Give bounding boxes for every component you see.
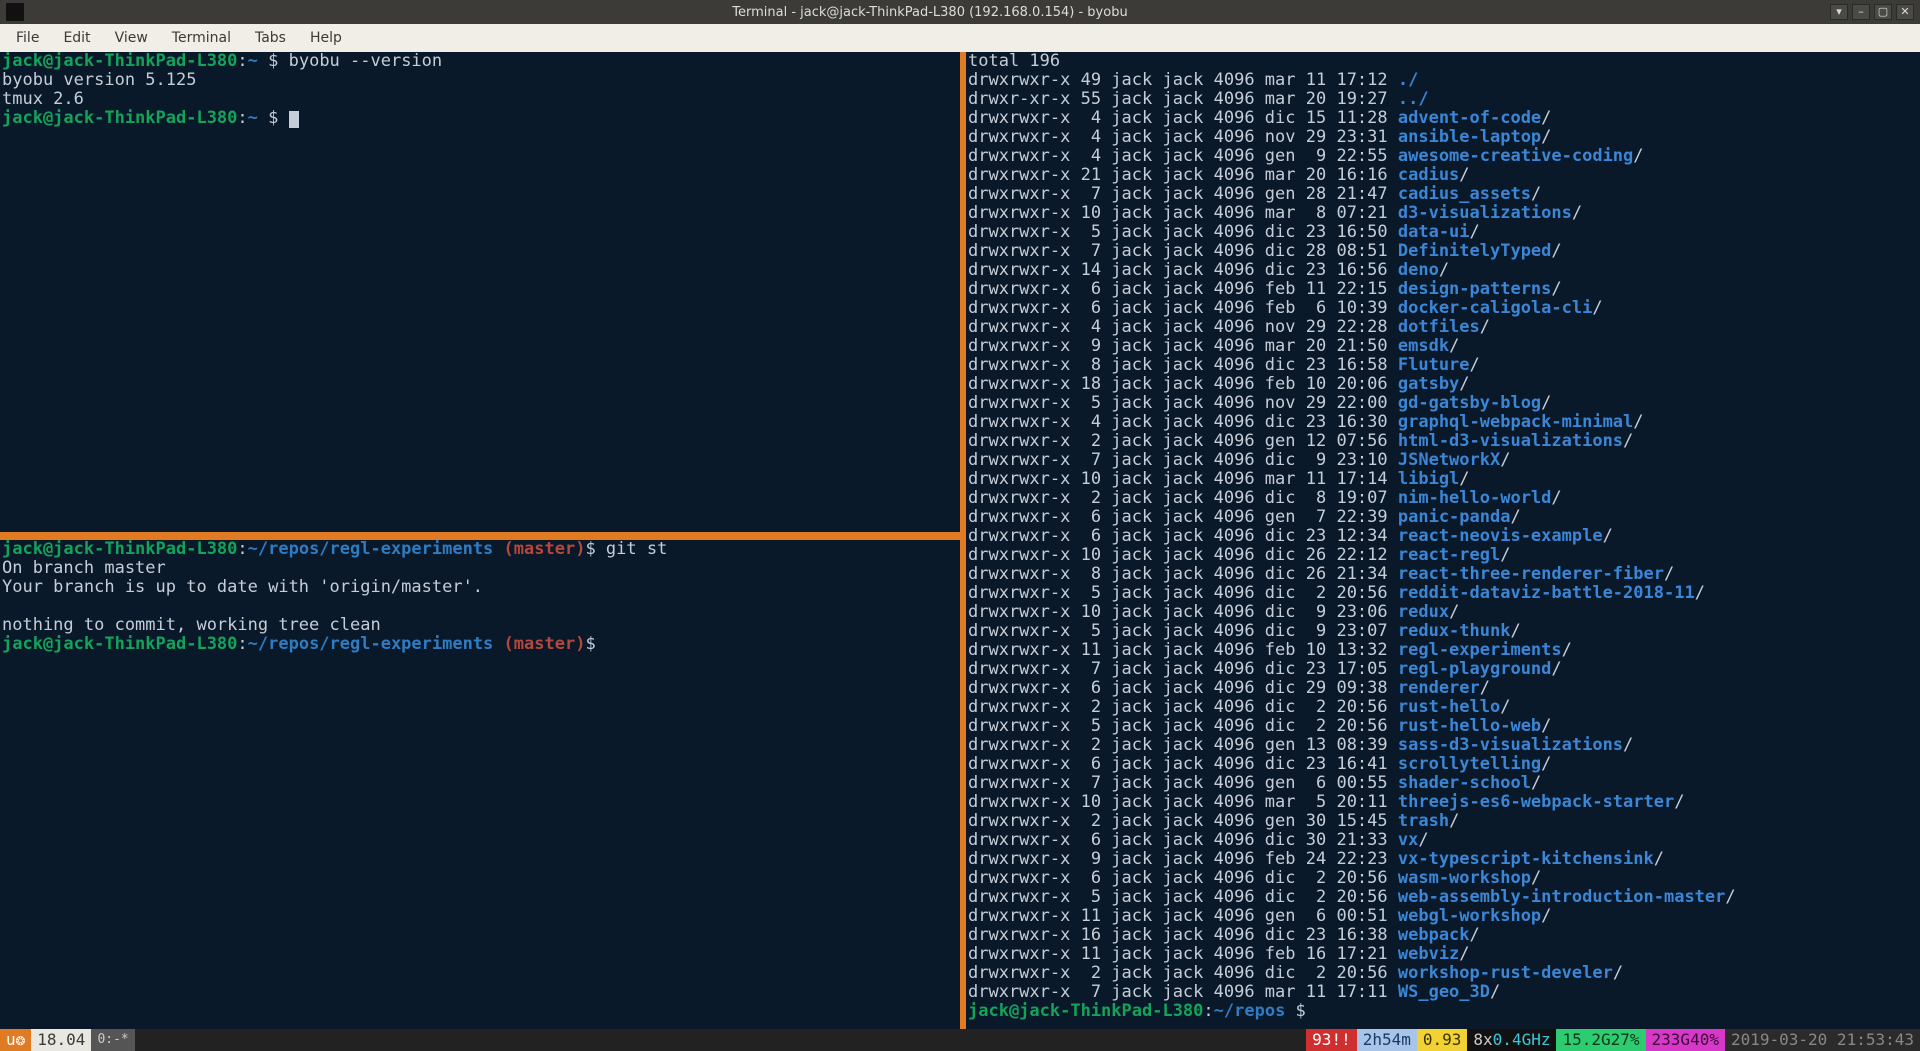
left-column: jack@jack-ThinkPad-L380:~ $ byobu --vers… xyxy=(0,52,960,1029)
status-cpu: 8x0.4GHz xyxy=(1467,1029,1556,1051)
status-disk: 233G40% xyxy=(1646,1029,1725,1051)
status-bar: u❂ 18.04 0:-* 93!! 2h54m 0.93 8x0.4GHz 1… xyxy=(0,1029,1920,1051)
menubar: FileEditViewTerminalTabsHelp xyxy=(0,24,1920,52)
status-logo: u❂ xyxy=(0,1029,31,1051)
pane-top[interactable]: jack@jack-ThinkPad-L380:~ $ byobu --vers… xyxy=(0,52,960,532)
status-cpu-cores: 8x xyxy=(1473,1029,1492,1051)
status-alert: 93!! xyxy=(1306,1029,1357,1051)
status-mem: 15.2G27% xyxy=(1556,1029,1645,1051)
status-load: 0.93 xyxy=(1417,1029,1468,1051)
status-uptime: 2h54m xyxy=(1357,1029,1417,1051)
window-buttons: ▾ – ▢ ✕ xyxy=(1830,4,1920,20)
menu-help[interactable]: Help xyxy=(300,27,352,49)
terminal-area: jack@jack-ThinkPad-L380:~ $ byobu --vers… xyxy=(0,52,1920,1029)
menu-tabs[interactable]: Tabs xyxy=(245,27,296,49)
minimize-button[interactable]: – xyxy=(1852,4,1870,20)
pane-bottom[interactable]: jack@jack-ThinkPad-L380:~/repos/regl-exp… xyxy=(0,540,960,1029)
status-session[interactable]: 0:-* xyxy=(91,1029,134,1051)
menu-view[interactable]: View xyxy=(105,27,158,49)
app-icon xyxy=(6,3,24,21)
status-distro: 18.04 xyxy=(31,1029,91,1051)
pane-right[interactable]: total 196 drwxrwxr-x 49 jack jack 4096 m… xyxy=(960,52,1920,1029)
window-title: Terminal - jack@jack-ThinkPad-L380 (192.… xyxy=(30,5,1830,20)
status-cpu-freq: 0.4GHz xyxy=(1493,1029,1551,1051)
maximize-button[interactable]: ▢ xyxy=(1874,4,1892,20)
close-button[interactable]: ✕ xyxy=(1896,4,1914,20)
status-datetime: 2019-03-20 21:53:43 xyxy=(1725,1029,1920,1051)
menu-terminal[interactable]: Terminal xyxy=(162,27,241,49)
shade-button[interactable]: ▾ xyxy=(1830,4,1848,20)
cursor xyxy=(289,111,299,128)
menu-file[interactable]: File xyxy=(6,27,49,49)
titlebar: Terminal - jack@jack-ThinkPad-L380 (192.… xyxy=(0,0,1920,24)
menu-edit[interactable]: Edit xyxy=(53,27,100,49)
